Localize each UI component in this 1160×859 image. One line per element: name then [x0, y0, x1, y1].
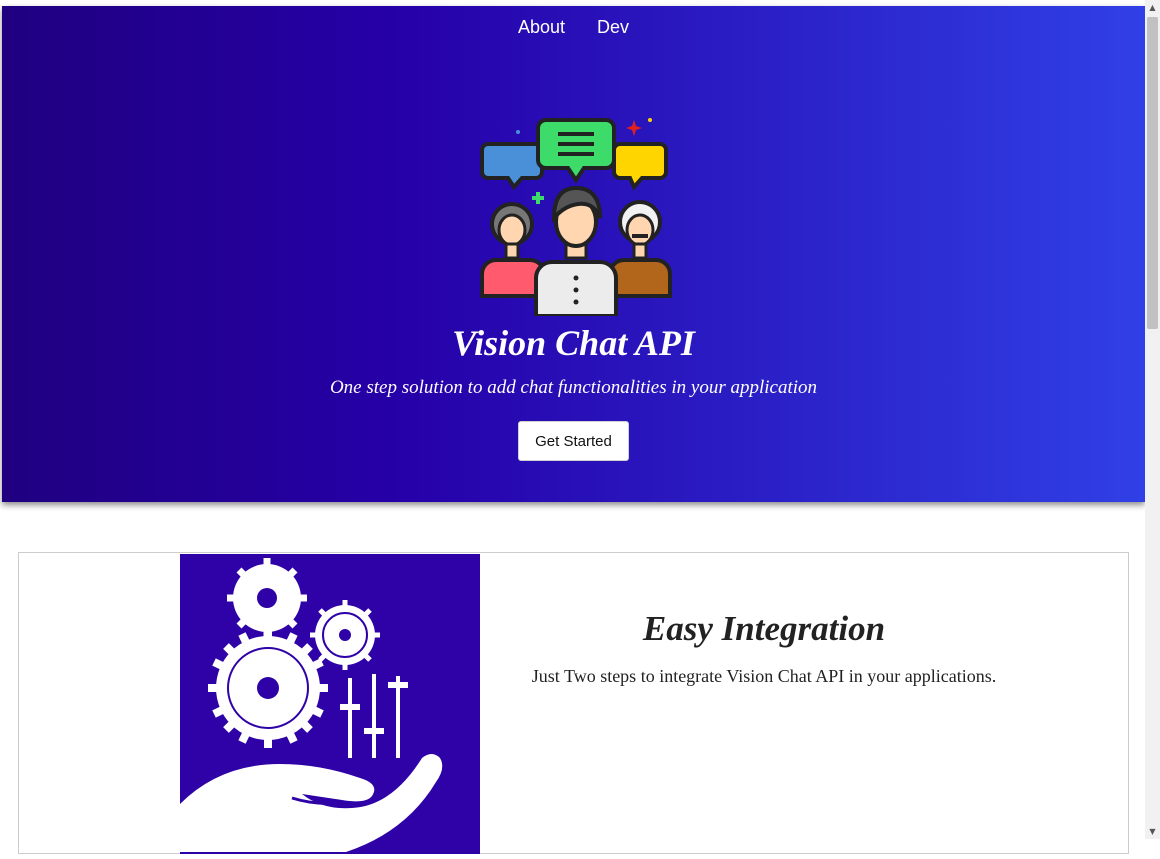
people-chat-bubbles-icon [480, 118, 672, 316]
nav-link-about[interactable]: About [518, 17, 565, 38]
page: About Dev Vision Chat API One step solut… [0, 6, 1145, 854]
gears-hand-icon [180, 558, 443, 852]
top-nav: About Dev [2, 17, 1145, 38]
vertical-scrollbar[interactable]: ▲ ▼ [1145, 0, 1160, 839]
feature-title: Easy Integration [642, 609, 886, 648]
feature-card: Easy Integration Just Two steps to integ… [18, 552, 1129, 854]
scroll-down-arrow-icon[interactable]: ▼ [1145, 824, 1160, 839]
hero-title: Vision Chat API [452, 323, 695, 363]
hero-section: About Dev Vision Chat API One step solut… [2, 6, 1145, 502]
scrollbar-thumb[interactable] [1147, 17, 1158, 329]
get-started-button[interactable]: Get Started [518, 421, 629, 461]
feature-description: Just Two steps to integrate Vision Chat … [531, 666, 997, 686]
scroll-up-arrow-icon[interactable]: ▲ [1145, 0, 1160, 15]
hero-subtitle: One step solution to add chat functional… [329, 377, 818, 398]
feature-image [180, 554, 480, 854]
nav-link-dev[interactable]: Dev [597, 17, 629, 38]
